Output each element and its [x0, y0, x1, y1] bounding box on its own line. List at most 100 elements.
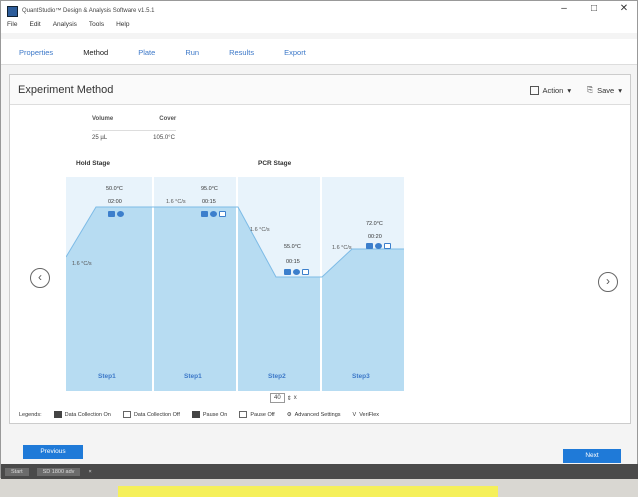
legend-item: Data Collection On	[53, 411, 111, 418]
ramp-rate-4[interactable]: 1.6 °C/s	[332, 245, 352, 251]
legend: Legends: Data Collection On Data Collect…	[19, 411, 379, 418]
volume-field[interactable]: 25 µL	[92, 135, 107, 141]
advanced-settings-icon[interactable]	[210, 211, 217, 217]
chevron-down-icon: ▾	[567, 85, 572, 95]
save-icon: ⎘	[587, 85, 594, 94]
maximize-button[interactable]: □	[587, 3, 601, 14]
camera-icon[interactable]	[201, 211, 208, 217]
advanced-settings-icon[interactable]	[375, 243, 382, 249]
step1-time[interactable]: 02:00	[108, 199, 122, 205]
pause-on-icon	[191, 411, 200, 418]
tab-results[interactable]: Results	[229, 39, 254, 64]
cover-field[interactable]: 105.0°C	[153, 135, 175, 141]
tab-properties[interactable]: Properties	[19, 39, 53, 64]
pause-icon[interactable]	[384, 243, 391, 249]
step3-time[interactable]: 00:15	[286, 259, 300, 265]
cycle-unit: x	[293, 395, 297, 401]
step4-temp[interactable]: 72.0°C	[366, 221, 383, 227]
pause-icon[interactable]	[219, 211, 226, 217]
close-button[interactable]: ✕	[617, 3, 631, 14]
camera-icon[interactable]	[108, 211, 115, 217]
scroll-right-button[interactable]: ›	[598, 272, 618, 292]
taskbar: Start SD 1800 adv ×	[1, 464, 638, 479]
step2-temp[interactable]: 95.0°C	[201, 186, 218, 192]
legend-title: Legends:	[19, 411, 42, 418]
volume-header: Volume	[92, 116, 114, 122]
next-button[interactable]: Next	[563, 449, 621, 463]
app-window: QuantStudio™ Design & Analysis Software …	[0, 0, 638, 479]
window-controls: – □ ✕	[557, 3, 631, 14]
advanced-settings-icon[interactable]	[117, 211, 124, 217]
menu-bar: File Edit Analysis Tools Help	[1, 21, 637, 33]
step3-icons	[284, 269, 309, 275]
minimize-button[interactable]: –	[557, 3, 571, 14]
pause-off-icon	[239, 411, 248, 418]
camera-icon	[53, 411, 62, 418]
tab-plate[interactable]: Plate	[138, 39, 155, 64]
step2-icons	[201, 211, 226, 217]
save-label: Save	[597, 85, 615, 95]
camera-off-icon	[122, 411, 131, 418]
tab-run[interactable]: Run	[185, 39, 199, 64]
legend-item: ⚙ Advanced Settings	[286, 411, 341, 418]
panel-header: Experiment Method Action ▾ ⎘ Save ▾	[10, 75, 630, 105]
legend-item: Pause On	[191, 411, 227, 418]
chevron-down-icon: ▾	[618, 85, 622, 95]
spin-icon[interactable]: ⇕	[287, 395, 292, 402]
menu-analysis[interactable]: Analysis	[53, 21, 77, 33]
workflow-tabs: Properties Method Plate Run Results Expo…	[1, 39, 637, 65]
pcr-stage-label: PCR Stage	[258, 160, 292, 167]
save-button[interactable]: ⎘ Save ▾	[587, 85, 622, 95]
pause-icon[interactable]	[302, 269, 309, 275]
veriflex-icon: V	[352, 411, 357, 418]
step-fill-2	[154, 207, 236, 391]
profile-graphic	[66, 177, 404, 391]
chevron-left-icon: ‹	[38, 270, 42, 284]
step1-icons	[108, 211, 124, 217]
step3-temp[interactable]: 55.0°C	[284, 244, 301, 250]
taskbar-item[interactable]: SD 1800 adv	[36, 467, 81, 476]
menu-file[interactable]: File	[7, 21, 17, 33]
cycle-count-stepper[interactable]: 40 ⇕ x	[270, 393, 297, 403]
start-button[interactable]: Start	[5, 467, 29, 476]
edit-icon	[529, 85, 539, 95]
header-actions: Action ▾ ⎘ Save ▾	[529, 85, 622, 95]
step-label-1: Step1	[98, 373, 116, 380]
previous-button[interactable]: Previous	[23, 445, 83, 459]
highlight-strip	[118, 486, 498, 497]
step-fill-4	[322, 249, 404, 391]
menu-help[interactable]: Help	[116, 21, 129, 33]
ramp-rate-1[interactable]: 1.6 °C/s	[72, 261, 92, 267]
cycle-count-input[interactable]: 40	[270, 393, 285, 403]
tab-export[interactable]: Export	[284, 39, 306, 64]
step-label-3: Step2	[268, 373, 286, 380]
menu-edit[interactable]: Edit	[29, 21, 40, 33]
close-icon[interactable]: ×	[88, 469, 91, 475]
action-label: Action	[542, 85, 564, 95]
ramp-rate-3[interactable]: 1.6 °C/s	[250, 227, 270, 233]
step-label-2: Step1	[184, 373, 202, 380]
menu-tools[interactable]: Tools	[89, 21, 104, 33]
thermal-profile: 1.6 °C/s 50.0°C 02:00 1.6 °C/s 95.0°C 00…	[66, 177, 406, 391]
panel-title: Experiment Method	[18, 84, 114, 96]
legend-item: V VeriFlex	[352, 411, 380, 418]
step2-time[interactable]: 00:15	[202, 199, 216, 205]
camera-icon[interactable]	[284, 269, 291, 275]
camera-icon[interactable]	[366, 243, 373, 249]
advanced-settings-icon[interactable]	[293, 269, 300, 275]
scroll-left-button[interactable]: ‹	[30, 268, 50, 288]
experiment-method-panel: Experiment Method Action ▾ ⎘ Save ▾ Volu…	[9, 74, 631, 424]
step4-icons	[366, 243, 391, 249]
tab-method[interactable]: Method	[83, 39, 108, 64]
cover-header: Cover	[159, 116, 177, 122]
legend-item: Pause Off	[239, 411, 275, 418]
ramp-rate-2[interactable]: 1.6 °C/s	[166, 199, 186, 205]
chevron-right-icon: ›	[606, 274, 610, 288]
action-button[interactable]: Action ▾	[529, 85, 572, 95]
settings-icon: ⚙	[286, 411, 292, 418]
title-bar: QuantStudio™ Design & Analysis Software …	[1, 1, 637, 21]
step-label-4: Step3	[352, 373, 370, 380]
step1-temp[interactable]: 50.0°C	[106, 186, 123, 192]
step4-time[interactable]: 00:20	[368, 234, 382, 240]
window-title: QuantStudio™ Design & Analysis Software …	[22, 8, 155, 14]
